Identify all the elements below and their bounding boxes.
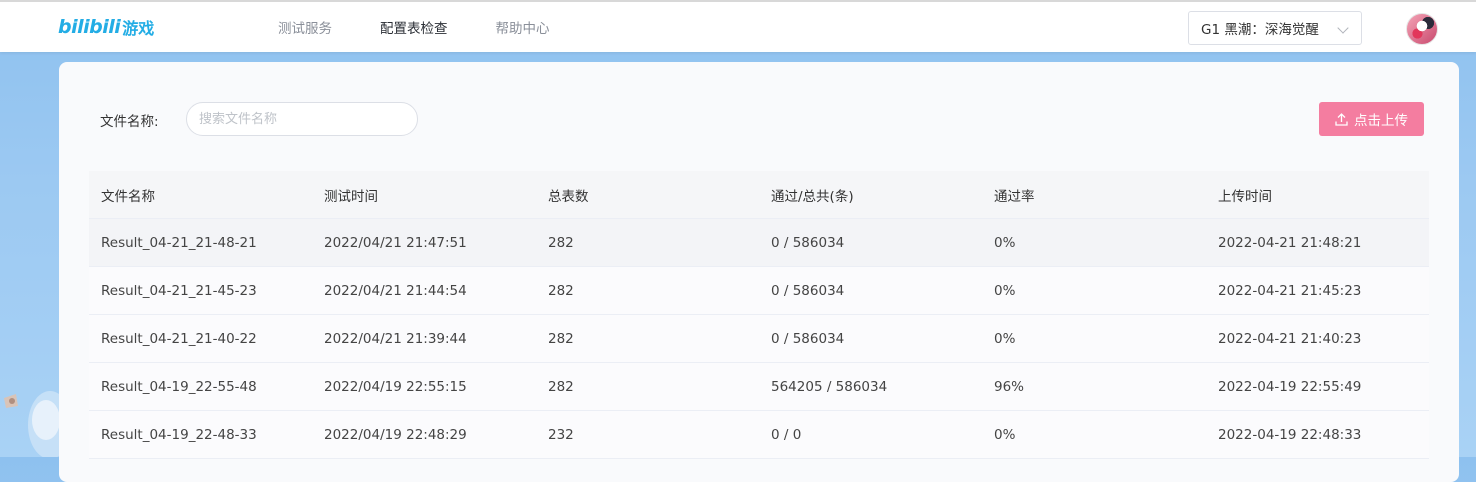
- upload-button-label: 点击上传: [1354, 113, 1408, 129]
- results-table: 文件名称 测试时间 总表数 通过/总共(条) 通过率 上传时间 Result_0…: [89, 171, 1429, 459]
- cell-table-count: 282: [548, 378, 574, 395]
- top-navbar: bilibili 游戏 测试服务 配置表检查 帮助中心 G1 黑潮：深海觉醒: [0, 0, 1476, 52]
- cell-pass-rate: 96%: [994, 378, 1025, 395]
- file-name-search-input[interactable]: [186, 102, 418, 136]
- cell-file-name: Result_04-21_21-40-22: [101, 330, 257, 347]
- column-header-table-count[interactable]: 总表数: [536, 185, 759, 205]
- chevron-down-icon: [1337, 22, 1349, 34]
- cell-table-count: 282: [548, 282, 574, 299]
- cell-pass-total: 0 / 586034: [771, 330, 845, 347]
- cell-upload-time: 2022-04-21 21:45:23: [1218, 282, 1362, 299]
- game-select[interactable]: G1 黑潮：深海觉醒: [1188, 11, 1362, 45]
- cell-pass-rate: 0%: [994, 330, 1016, 347]
- table-row[interactable]: Result_04-21_21-48-21 2022/04/21 21:47:5…: [89, 219, 1429, 267]
- file-list-card: 文件名称: 点击上传 文件名称 测试时间 总表数 通过/总共(条) 通过率 上传…: [59, 62, 1459, 482]
- upload-button[interactable]: 点击上传: [1319, 102, 1424, 136]
- column-header-pass-total[interactable]: 通过/总共(条): [759, 185, 982, 205]
- cell-test-time: 2022/04/19 22:55:15: [324, 378, 467, 395]
- logo-suffix: 游戏: [122, 19, 155, 38]
- cell-file-name: Result_04-21_21-45-23: [101, 282, 257, 299]
- table-row[interactable]: Result_04-21_21-40-22 2022/04/21 21:39:4…: [89, 315, 1429, 363]
- upload-icon: [1335, 112, 1348, 126]
- cell-pass-rate: 0%: [994, 234, 1016, 251]
- cell-test-time: 2022/04/21 21:44:54: [324, 282, 467, 299]
- column-header-file-name[interactable]: 文件名称: [89, 185, 312, 205]
- table-header: 文件名称 测试时间 总表数 通过/总共(条) 通过率 上传时间: [89, 171, 1429, 219]
- cell-file-name: Result_04-19_22-55-48: [101, 378, 257, 395]
- mascot-decoration: [0, 370, 72, 459]
- logo-text: bilibili: [58, 16, 121, 38]
- cell-pass-total: 0 / 586034: [771, 282, 845, 299]
- cell-pass-total: 0 / 586034: [771, 234, 845, 251]
- nav-item-config-check[interactable]: 配置表检查: [380, 17, 448, 37]
- cell-upload-time: 2022-04-21 21:40:23: [1218, 330, 1362, 347]
- cell-pass-rate: 0%: [994, 282, 1016, 299]
- cell-upload-time: 2022-04-19 22:55:49: [1218, 378, 1362, 395]
- user-avatar[interactable]: [1406, 13, 1438, 45]
- cell-table-count: 282: [548, 234, 574, 251]
- file-name-label: 文件名称:: [100, 114, 159, 130]
- cell-table-count: 232: [548, 426, 574, 443]
- cell-pass-rate: 0%: [994, 426, 1016, 443]
- column-header-upload-time[interactable]: 上传时间: [1206, 185, 1429, 205]
- bilibili-game-logo[interactable]: bilibili 游戏: [58, 12, 154, 42]
- column-header-pass-rate[interactable]: 通过率: [982, 185, 1206, 205]
- cell-upload-time: 2022-04-21 21:48:21: [1218, 234, 1362, 251]
- cell-test-time: 2022/04/19 22:48:29: [324, 426, 467, 443]
- nav-item-help-center[interactable]: 帮助中心: [496, 17, 550, 37]
- cell-table-count: 282: [548, 330, 574, 347]
- column-header-test-time[interactable]: 测试时间: [312, 185, 536, 205]
- nav-item-test-service[interactable]: 测试服务: [278, 17, 332, 37]
- cell-upload-time: 2022-04-19 22:48:33: [1218, 426, 1362, 443]
- main-nav: 测试服务 配置表检查 帮助中心: [278, 2, 598, 52]
- cell-pass-total: 564205 / 586034: [771, 378, 888, 395]
- table-row[interactable]: Result_04-19_22-48-33 2022/04/19 22:48:2…: [89, 411, 1429, 459]
- cell-test-time: 2022/04/21 21:39:44: [324, 330, 467, 347]
- cell-test-time: 2022/04/21 21:47:51: [324, 234, 467, 251]
- table-row[interactable]: Result_04-19_22-55-48 2022/04/19 22:55:1…: [89, 363, 1429, 411]
- table-row[interactable]: Result_04-21_21-45-23 2022/04/21 21:44:5…: [89, 267, 1429, 315]
- game-select-value: G1 黑潮：深海觉醒: [1201, 22, 1319, 38]
- cell-file-name: Result_04-21_21-48-21: [101, 234, 257, 251]
- cell-pass-total: 0 / 0: [771, 426, 802, 443]
- cell-file-name: Result_04-19_22-48-33: [101, 426, 257, 443]
